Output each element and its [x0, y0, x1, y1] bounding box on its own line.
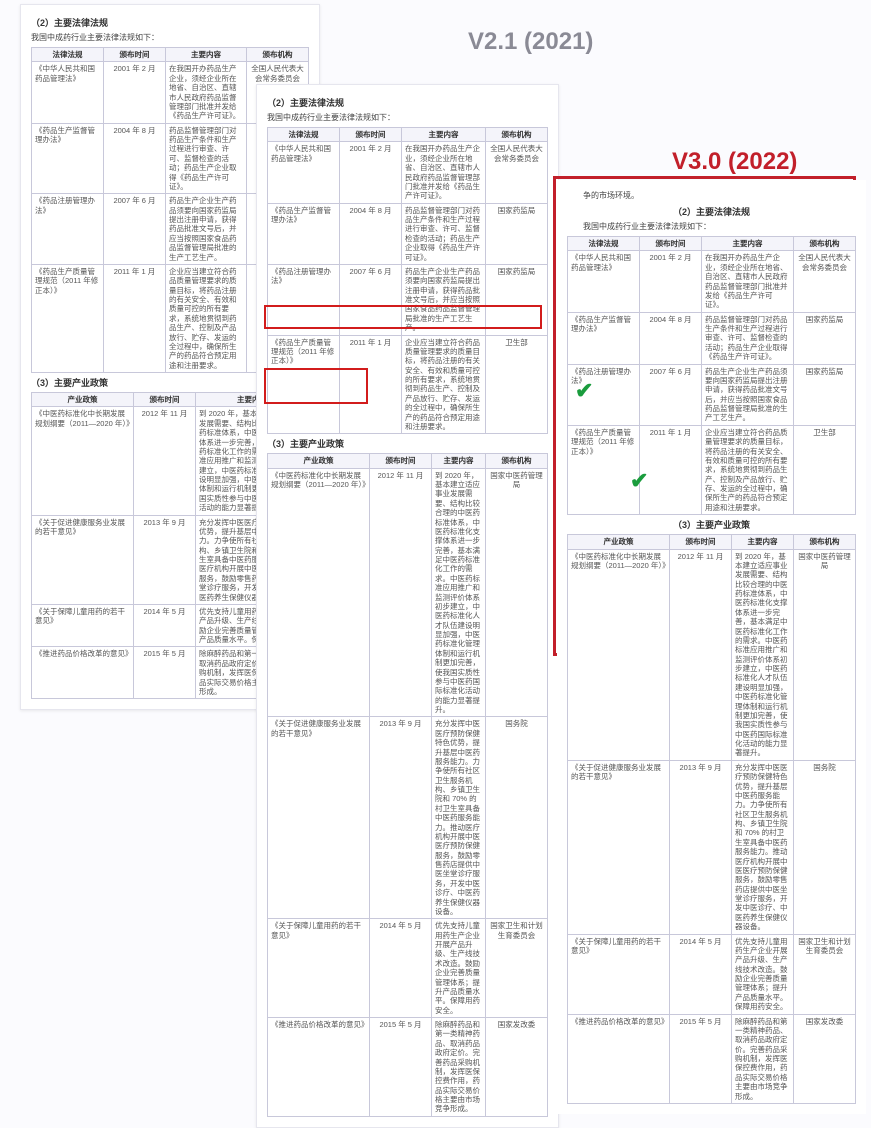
table-row: 《药品生产质量管理规范（2011 年修正本）》2011 年 1 月企业应当建立符… — [568, 425, 856, 514]
table-row: 《药品注册管理办法》2007 年 6 月药品生产企业生产药品须要向国家药监局提出… — [568, 364, 856, 425]
law-table: 法律法规 颁布时间 主要内容 颁布机构 《中华人民共和国药品管理法》2001 年… — [567, 236, 856, 515]
th-name: 法律法规 — [268, 128, 340, 142]
th-date: 颁布时间 — [134, 393, 196, 407]
table-row: 《中医药标准化中长期发展规划纲要（2011—2020 年）》2012 年 11 … — [568, 549, 856, 760]
th-org: 颁布机构 — [486, 128, 548, 142]
th-name: 产业政策 — [568, 535, 670, 549]
th-org: 颁布机构 — [794, 535, 856, 549]
table-row: 《关于保障儿童用药的若干意见》2014 年 5 月优先支持儿童用药生产企业开展产… — [268, 919, 548, 1018]
th-name: 法律法规 — [32, 48, 104, 62]
th-org: 颁布机构 — [247, 48, 309, 62]
table-row: 《关于保障儿童用药的若干意见》2014 年 5 月优先支持儿童用药生产企业开展产… — [568, 934, 856, 1014]
table-row: 《推进药品价格改革的意见》2015 年 5 月除麻醉药品和第一类精神药品、取消药… — [568, 1014, 856, 1103]
th-body: 主要内容 — [166, 48, 247, 62]
v30-top-line: 争的市场环境。 — [567, 190, 856, 201]
th-date: 颁布时间 — [670, 535, 732, 549]
highlight-law-row — [264, 305, 542, 329]
table-row: 《中华人民共和国药品管理法》2001 年 2 月在我国开办药品生产企业，须经企业… — [268, 142, 548, 203]
pol-table: 产业政策 颁布时间 主要内容 颁布机构 《中医药标准化中长期发展规划纲要（201… — [567, 534, 856, 1104]
pol-table: 产业政策 颁布时间 主要内容 颁布机构 《中医药标准化中长期发展规划纲要（201… — [267, 453, 548, 1117]
doc-v30: 争的市场环境。 （2）主要法律法规 我国中成药行业主要法律法规如下： 法律法规 … — [557, 180, 866, 1114]
label-v30: V3.0 (2022) — [672, 148, 797, 176]
table-row: 《中华人民共和国药品管理法》2001 年 2 月在我国开办药品生产企业，须经企业… — [568, 251, 856, 312]
pol-section-title: （3）主要产业政策 — [567, 518, 856, 531]
table-row: 《关于促进健康服务业发展的若干意见》2013 年 9 月充分发挥中医医疗预防保健… — [568, 760, 856, 934]
table-row: 《关于促进健康服务业发展的若干意见》2013 年 9 月充分发挥中医医疗预防保健… — [268, 717, 548, 919]
table-row: 《推进药品价格改革的意见》2015 年 5 月除麻醉药品和第一类精神药品、取消药… — [268, 1018, 548, 1117]
th-date: 颁布时间 — [340, 128, 402, 142]
highlight-pol-name — [264, 368, 368, 404]
th-body: 主要内容 — [702, 237, 794, 251]
table-row: 《中医药标准化中长期发展规划纲要（2011—2020 年）》2012 年 11 … — [268, 468, 548, 717]
label-v21: V2.1 (2021) — [468, 28, 593, 56]
table-row: 《药品生产监督管理办法》2004 年 8 月药品监督管理部门对药品生产条件和生产… — [268, 203, 548, 264]
law-section-sub: 我国中成药行业主要法律法规如下： — [567, 221, 856, 232]
th-body: 主要内容 — [732, 535, 794, 549]
th-date: 颁布时间 — [370, 454, 432, 468]
law-section-title: （2）主要法律法规 — [567, 205, 856, 218]
th-name: 产业政策 — [32, 393, 134, 407]
th-org: 颁布机构 — [486, 454, 548, 468]
th-org: 颁布机构 — [794, 237, 856, 251]
checkmark-icon: ✔ — [575, 378, 593, 404]
pol-section-title: （3）主要产业政策 — [267, 437, 548, 450]
law-section-sub: 我国中成药行业主要法律法规如下： — [31, 32, 309, 43]
th-name: 产业政策 — [268, 454, 370, 468]
law-section-title: （2）主要法律法规 — [31, 16, 309, 29]
th-body: 主要内容 — [402, 128, 486, 142]
law-section-sub: 我国中成药行业主要法律法规如下： — [267, 112, 548, 123]
th-body: 主要内容 — [432, 454, 486, 468]
th-date: 颁布时间 — [104, 48, 166, 62]
table-row: 《药品生产监督管理办法》2004 年 8 月药品监督管理部门对药品生产条件和生产… — [568, 312, 856, 364]
th-date: 颁布时间 — [640, 237, 702, 251]
law-section-title: （2）主要法律法规 — [267, 96, 548, 109]
th-name: 法律法规 — [568, 237, 640, 251]
doc-mid: （2）主要法律法规 我国中成药行业主要法律法规如下： 法律法规 颁布时间 主要内… — [256, 84, 559, 1128]
checkmark-icon: ✔ — [630, 468, 648, 494]
